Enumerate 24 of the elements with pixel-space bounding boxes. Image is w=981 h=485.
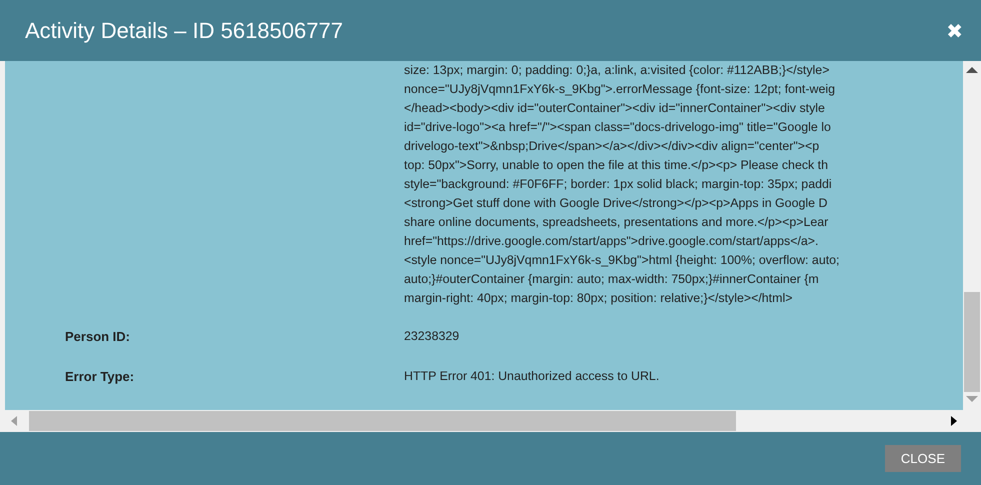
- scroll-down-icon[interactable]: [966, 396, 978, 402]
- field-value: HTTP Error 401: Unauthorized access to URL.: [404, 369, 660, 383]
- field-value: </head><body><div id="outerContainer"><div id="innerContainer"><div style: [404, 101, 825, 115]
- field-value: margin-right: 40px; margin-top: 80px; position: relative;}</style></html>: [404, 291, 792, 305]
- field-value: 23238329: [404, 329, 460, 343]
- close-button[interactable]: CLOSE: [884, 444, 961, 472]
- scroll-right-icon[interactable]: [951, 416, 957, 426]
- field-value: id="drive-logo"><a href="/"><span class="docs-drivelogo-img" title="Google lo: [404, 120, 831, 134]
- field-value: style="background: #F0F6FF; border: 1px solid black; margin-top: 35px; paddi: [404, 177, 832, 191]
- field-value: size: 13px; margin: 0; padding: 0;}a, a:link, a:visited {color: #112ABB;}</style>: [404, 63, 830, 77]
- field-value: drivelogo-text">&nbsp;Drive</span></a></div></div><div align="center"><p: [404, 139, 820, 153]
- field-label: Error Type:: [65, 369, 134, 384]
- field-value: top: 50px">Sorry, unable to open the file at this time.</p><p> Please check th: [404, 158, 828, 172]
- field-value: share online documents, spreadsheets, presentations and more.</p><p>Lear: [404, 215, 828, 229]
- scroll-up-icon[interactable]: [966, 67, 978, 73]
- field-value: <style nonce="UJy8jVqmn1FxY6k-s_9Kbg">html {height: 100%; overflow: auto;: [404, 253, 840, 267]
- field-value: <strong>Get stuff done with Google Drive</strong></p><p>Apps in Google D: [404, 196, 828, 210]
- field-value: href="https://drive.google.com/start/apps">drive.google.com/start/apps</a>.: [404, 234, 818, 248]
- field-value: auto;}#outerContainer {margin: auto; max-width: 750px;}#innerContainer {m: [404, 272, 819, 286]
- field-value: nonce="UJy8jVqmn1FxY6k-s_9Kbg">.errorMessage {font-size: 12pt; font-weig: [404, 82, 835, 96]
- scroll-left-icon[interactable]: [11, 416, 17, 426]
- dialog-title: Activity Details – ID 5618506777: [25, 17, 343, 45]
- field-label: Person ID:: [65, 329, 130, 344]
- close-icon[interactable]: ✖: [946, 20, 963, 40]
